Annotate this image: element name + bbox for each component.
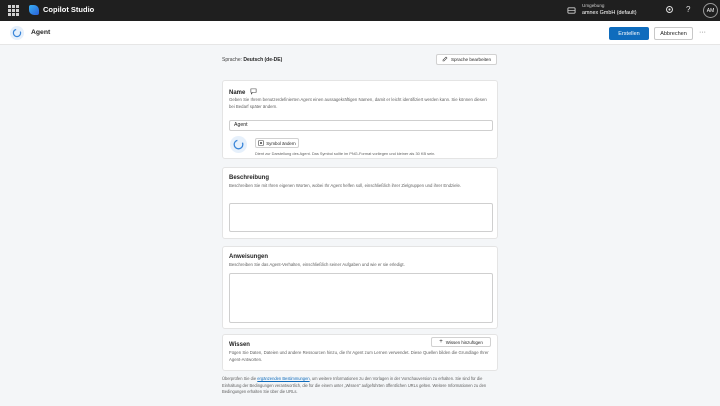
language-label: Sprache: (222, 57, 243, 63)
terms-footnote: Überprüfen Sie die ergänzenden Bestimmun… (222, 376, 498, 396)
description-textarea[interactable] (229, 203, 493, 232)
agent-icon (10, 26, 24, 40)
settings-icon[interactable] (665, 5, 674, 16)
knowledge-title: Wissen (229, 342, 250, 348)
language-value: Deutsch (de-DE) (243, 57, 283, 63)
name-title: Name (229, 88, 257, 97)
description-title: Beschreibung (229, 175, 270, 181)
supplemental-terms-link[interactable]: ergänzenden Bestimmungen (257, 376, 309, 381)
page-title: Agent (31, 29, 51, 36)
symbol-hint: Dient zur Darstellung des Agent. Das Sym… (255, 151, 436, 156)
app-launcher-icon[interactable] (8, 5, 19, 16)
help-icon[interactable]: ? (686, 5, 690, 15)
instructions-textarea[interactable] (229, 273, 493, 323)
edit-icon (442, 56, 448, 63)
more-options-icon[interactable]: ··· (699, 29, 706, 37)
create-button[interactable]: Erstellen (609, 27, 649, 40)
instructions-title: Anweisungen (229, 254, 269, 260)
change-symbol-button[interactable]: Symbol ändern (255, 138, 299, 148)
description-card: Beschreibung Beschreiben Sie mit Ihren e… (222, 167, 498, 239)
user-avatar[interactable]: AM (703, 3, 718, 18)
name-card: Name Geben Sie Ihrem benutzerdefinierten… (222, 80, 498, 159)
feedback-icon[interactable] (250, 88, 257, 97)
edit-language-label: Sprache bearbeiten (450, 57, 492, 62)
instructions-help: Beschreiben Sie das Agent-Verhalten, ein… (229, 262, 405, 267)
copilot-studio-logo (29, 5, 39, 15)
add-knowledge-label: Wissen hinzufügen (445, 339, 483, 345)
page-header: Agent Erstellen Abbrechen ··· (0, 21, 720, 45)
instructions-card: Anweisungen Beschreiben Sie das Agent-Ve… (222, 246, 498, 329)
environment-label: Umgebung (582, 3, 605, 8)
name-input[interactable]: Agent (229, 120, 493, 131)
knowledge-help: Fügen Sie Daten, Dateien und andere Ress… (229, 350, 489, 362)
environment-picker[interactable]: amnex GmbH (default) (582, 10, 637, 16)
footnote-text-start: Überprüfen Sie die (222, 376, 258, 381)
name-description: Geben Sie Ihrem benutzerdefinierten Agen… (229, 97, 487, 109)
description-help: Beschreiben Sie mit Ihren eigenen Worten… (229, 183, 462, 188)
app-name[interactable]: Copilot Studio (43, 5, 94, 14)
top-app-bar: Copilot Studio Umgebung amnex GmbH (defa… (0, 0, 720, 21)
image-edit-icon (258, 139, 265, 147)
environment-icon[interactable] (567, 6, 576, 17)
add-knowledge-button[interactable]: + Wissen hinzufügen (431, 337, 491, 347)
cancel-button[interactable]: Abbrechen (654, 27, 693, 40)
change-symbol-label: Symbol ändern (266, 140, 296, 146)
language-row: Sprache: Deutsch (de-DE) (222, 57, 282, 63)
add-icon: + (439, 339, 443, 345)
agent-symbol-icon (230, 136, 247, 153)
edit-language-button[interactable]: Sprache bearbeiten (436, 54, 497, 65)
